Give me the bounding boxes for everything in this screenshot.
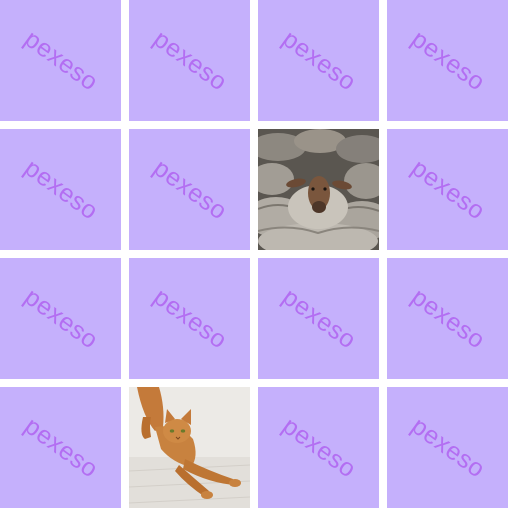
card-back-9[interactable]: pexeso (0, 258, 121, 379)
card-back-label: pexeso (405, 282, 490, 354)
card-face-sheep[interactable] (258, 129, 379, 250)
card-back-label: pexeso (18, 411, 103, 483)
card-back-label: pexeso (147, 153, 232, 225)
card-back-13[interactable]: pexeso (0, 387, 121, 508)
card-back-10[interactable]: pexeso (129, 258, 250, 379)
card-back-label: pexeso (147, 24, 232, 96)
card-back-15[interactable]: pexeso (258, 387, 379, 508)
card-back-label: pexeso (276, 24, 361, 96)
pexeso-board: pexeso pexeso pexeso pexeso pexeso pexes… (0, 0, 509, 509)
card-face-cat[interactable] (129, 387, 250, 508)
card-back-6[interactable]: pexeso (129, 129, 250, 250)
card-back-4[interactable]: pexeso (387, 0, 508, 121)
card-back-label: pexeso (405, 24, 490, 96)
card-back-label: pexeso (405, 153, 490, 225)
card-back-16[interactable]: pexeso (387, 387, 508, 508)
card-back-label: pexeso (276, 282, 361, 354)
card-back-label: pexeso (276, 411, 361, 483)
cat-image (129, 387, 250, 508)
card-back-label: pexeso (147, 282, 232, 354)
card-back-11[interactable]: pexeso (258, 258, 379, 379)
card-back-label: pexeso (18, 153, 103, 225)
sheep-image (258, 129, 379, 250)
card-back-label: pexeso (405, 411, 490, 483)
card-back-label: pexeso (18, 282, 103, 354)
card-back-8[interactable]: pexeso (387, 129, 508, 250)
card-back-2[interactable]: pexeso (129, 0, 250, 121)
card-back-1[interactable]: pexeso (0, 0, 121, 121)
card-back-12[interactable]: pexeso (387, 258, 508, 379)
card-back-label: pexeso (18, 24, 103, 96)
card-back-5[interactable]: pexeso (0, 129, 121, 250)
card-back-3[interactable]: pexeso (258, 0, 379, 121)
